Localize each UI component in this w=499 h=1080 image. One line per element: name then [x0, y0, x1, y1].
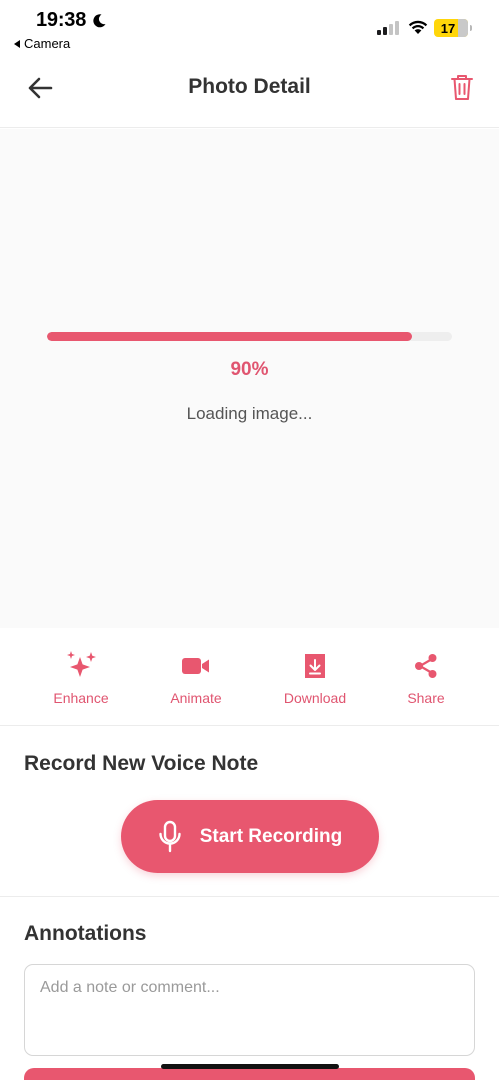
- enhance-label: Enhance: [53, 690, 109, 706]
- section-divider: [0, 896, 499, 897]
- image-preview-area: 90% Loading image...: [0, 129, 499, 628]
- home-indicator[interactable]: [161, 1064, 339, 1069]
- wifi-icon: [408, 20, 428, 34]
- back-app-label: Camera: [24, 36, 71, 51]
- start-recording-button[interactable]: Start Recording: [121, 800, 379, 873]
- enhance-button[interactable]: Enhance: [26, 650, 136, 706]
- download-label: Download: [283, 690, 347, 706]
- loading-message: Loading image...: [186, 404, 313, 423]
- start-recording-label: Start Recording: [199, 825, 343, 847]
- back-triangle-icon: [14, 39, 20, 48]
- animate-label: Animate: [170, 690, 222, 706]
- share-button[interactable]: Share: [371, 650, 481, 706]
- download-icon: [298, 650, 332, 682]
- annotation-input[interactable]: [24, 964, 475, 1056]
- loading-progress-fill: [47, 332, 412, 341]
- sparkles-icon: [64, 650, 98, 682]
- page-title: Photo Detail: [188, 75, 311, 98]
- cellular-signal-icon: [377, 21, 399, 35]
- status-time: 19:38: [36, 9, 87, 31]
- trash-icon: [451, 75, 473, 100]
- battery-empty-portion: [458, 19, 468, 37]
- status-bar: 19:38 Camera 17: [0, 0, 499, 58]
- delete-button[interactable]: [448, 72, 476, 102]
- annotations-title: Annotations: [24, 922, 147, 945]
- loading-percent: 90%: [230, 359, 269, 380]
- app-header: Photo Detail: [0, 58, 499, 128]
- battery-level: 17: [440, 20, 456, 36]
- moon-icon: [93, 13, 106, 27]
- share-icon: [409, 650, 443, 682]
- photo-actions-bar: Enhance Animate Download Share: [0, 628, 499, 726]
- back-to-app-link[interactable]: Camera: [14, 36, 70, 51]
- video-camera-icon: [179, 650, 213, 682]
- download-button[interactable]: Download: [260, 650, 370, 706]
- voice-note-title: Record New Voice Note: [24, 752, 259, 775]
- microphone-icon: [159, 820, 181, 852]
- battery-icon: 17: [434, 19, 472, 37]
- share-label: Share: [407, 690, 445, 706]
- save-annotation-button[interactable]: [24, 1068, 475, 1080]
- status-time-wrap: 19:38: [36, 9, 107, 32]
- animate-button[interactable]: Animate: [141, 650, 251, 706]
- loading-progress-bar: [47, 332, 452, 341]
